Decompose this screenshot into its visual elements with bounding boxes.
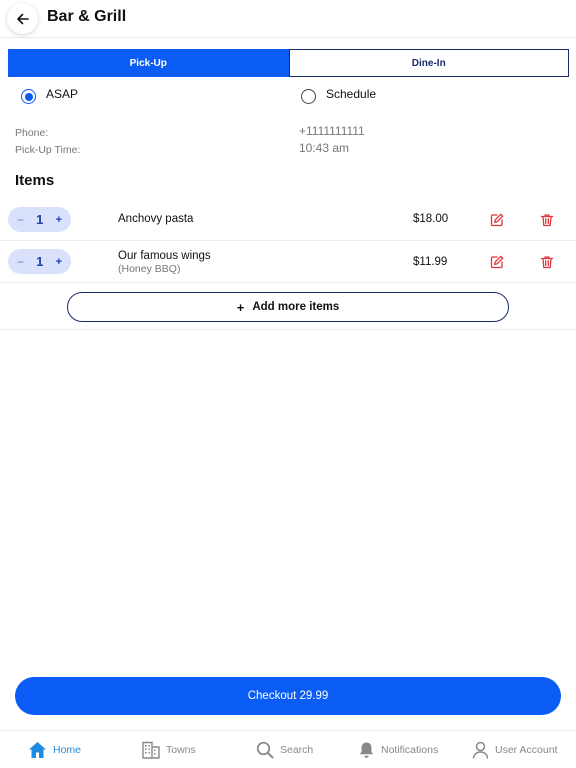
tab-home[interactable]: Home (28, 731, 81, 768)
order-type-tabs: Pick-Up Dine-In (8, 49, 569, 77)
tab-notifications[interactable]: Notifications (358, 731, 438, 768)
page-title: Bar & Grill (47, 8, 127, 25)
radio-schedule-label: Schedule (326, 86, 377, 101)
arrow-left-icon (16, 13, 29, 24)
search-icon (256, 741, 274, 759)
items-heading: Items (15, 172, 55, 189)
trash-icon[interactable] (540, 213, 554, 227)
add-more-items-button[interactable]: + Add more items (67, 292, 509, 322)
tab-pick-up[interactable]: Pick-Up (8, 49, 289, 77)
radio-schedule[interactable]: Schedule (301, 86, 377, 104)
checkout-button[interactable]: Checkout 29.99 (15, 677, 561, 715)
decrement-button[interactable]: − (17, 213, 24, 227)
edit-icon[interactable] (490, 213, 504, 227)
decrement-button[interactable]: − (17, 255, 24, 269)
tab-towns-label: Towns (166, 744, 196, 756)
pickup-time-value: 10:43 am (299, 141, 350, 155)
top-bar: Bar & Grill (0, 0, 576, 38)
tab-search[interactable]: Search (256, 731, 313, 768)
user-icon (472, 741, 489, 759)
building-icon (142, 741, 160, 759)
tab-user-account[interactable]: User Account (472, 731, 557, 768)
radio-checked-icon (21, 89, 36, 104)
pickup-time-label: Pick-Up Time: (15, 144, 81, 156)
edit-icon[interactable] (490, 255, 504, 269)
item-name: Anchovy pasta (118, 213, 194, 225)
increment-button[interactable]: + (56, 256, 62, 268)
radio-unchecked-icon (301, 89, 316, 104)
plus-icon: + (236, 299, 245, 315)
tab-notifications-label: Notifications (381, 744, 439, 756)
back-button[interactable] (7, 3, 38, 34)
bottom-tab-bar: Home Towns Search Notifications User Acc… (0, 730, 576, 768)
cart-item-row: − 1 + Our famous wings (Honey BBQ) $11.9… (0, 241, 576, 283)
quantity-value: 1 (36, 212, 44, 227)
tab-towns[interactable]: Towns (142, 731, 196, 768)
quantity-stepper: − 1 + (8, 207, 71, 232)
add-more-items-label: Add more items (252, 301, 340, 313)
cart-item-row: − 1 + Anchovy pasta $18.00 (0, 199, 576, 241)
tab-dine-in[interactable]: Dine-In (288, 49, 569, 77)
increment-button[interactable]: + (56, 214, 62, 226)
tab-search-label: Search (280, 744, 314, 756)
tab-user-account-label: User Account (495, 744, 558, 756)
quantity-value: 1 (36, 254, 44, 269)
item-option: (Honey BBQ) (118, 263, 181, 275)
phone-value: +1111111111 (299, 124, 365, 138)
item-price: $11.99 (413, 256, 448, 268)
bell-icon (359, 742, 374, 758)
phone-label: Phone: (15, 127, 49, 139)
trash-icon[interactable] (540, 255, 554, 269)
radio-asap[interactable]: ASAP (21, 86, 79, 104)
item-price: $18.00 (413, 213, 449, 225)
home-icon (29, 742, 46, 758)
tab-home-label: Home (53, 744, 82, 756)
add-more-section: + Add more items (0, 284, 576, 330)
radio-asap-label: ASAP (46, 86, 79, 101)
item-name: Our famous wings (118, 250, 211, 262)
quantity-stepper: − 1 + (8, 249, 71, 274)
